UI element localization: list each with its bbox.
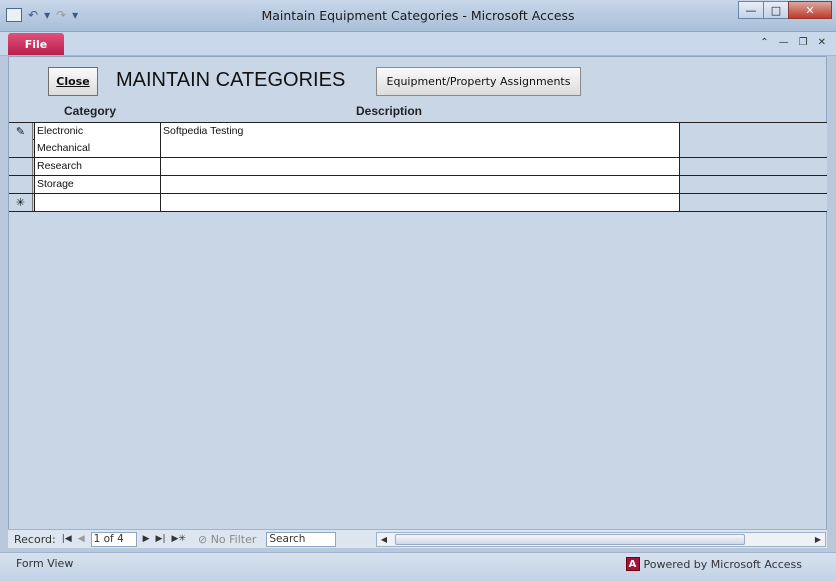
record-selector[interactable]: ✎: [9, 123, 33, 140]
description-cell[interactable]: Softpedia Testing: [161, 123, 680, 140]
scroll-left-icon[interactable]: ◀: [377, 533, 391, 546]
record-navigation-bar: Record: |◀ ◀ 1 of 4 ▶ ▶| ▶✳ ⊘ No Filter …: [8, 529, 827, 548]
category-cell[interactable]: Mechanical: [34, 140, 161, 157]
first-record-icon[interactable]: |◀: [62, 534, 72, 544]
ribbon-bar: File ⌃ — ❐ ✕: [0, 32, 836, 56]
next-record-icon[interactable]: ▶: [143, 534, 150, 544]
view-status: Form View: [16, 557, 74, 570]
description-cell[interactable]: [161, 158, 680, 175]
doc-minimize-icon[interactable]: —: [779, 37, 789, 48]
no-filter-label: No Filter: [210, 532, 257, 546]
categories-grid: ✎ Electronic Softpedia Testing Mechanica…: [9, 122, 827, 212]
new-record-icon[interactable]: ▶✳: [172, 534, 186, 544]
record-label: Record:: [14, 532, 56, 546]
category-cell[interactable]: Electronic: [34, 123, 161, 140]
close-window-button[interactable]: ✕: [788, 1, 832, 19]
description-column-header: Description: [356, 104, 423, 118]
no-filter-button[interactable]: ⊘ No Filter: [198, 533, 256, 546]
search-input[interactable]: Search: [266, 531, 337, 547]
status-bar: Form View A Powered by Microsoft Access: [0, 552, 836, 581]
description-cell[interactable]: [161, 176, 680, 193]
maximize-button[interactable]: □: [763, 1, 789, 19]
description-cell[interactable]: [161, 194, 680, 211]
close-button[interactable]: Close: [48, 67, 98, 96]
category-cell[interactable]: Storage: [34, 176, 161, 193]
table-row: Storage: [9, 176, 827, 194]
category-cell[interactable]: Research: [34, 158, 161, 175]
window-title: Maintain Equipment Categories - Microsof…: [261, 8, 575, 23]
title-bar: ↶ ▾ ↷ ▾ Maintain Equipment Categories - …: [0, 0, 836, 32]
previous-record-icon[interactable]: ◀: [78, 534, 85, 544]
record-selector[interactable]: [9, 158, 33, 175]
file-tab[interactable]: File: [8, 33, 64, 55]
horizontal-scrollbar[interactable]: ◀ ▶: [376, 532, 826, 547]
last-record-icon[interactable]: ▶|: [156, 534, 166, 544]
description-cell[interactable]: [161, 140, 680, 157]
record-selector[interactable]: [9, 176, 33, 193]
access-logo-icon: A: [625, 557, 640, 571]
new-record-selector[interactable]: ✳: [9, 194, 33, 211]
powered-by-text: Powered by Microsoft Access: [643, 557, 802, 571]
form-title: MAINTAIN CATEGORIES: [116, 69, 346, 91]
form-header: Close MAINTAIN CATEGORIES Equipment/Prop…: [9, 57, 826, 121]
doc-close-icon[interactable]: ✕: [818, 37, 826, 48]
minimize-button[interactable]: —: [738, 1, 764, 19]
category-column-header: Category: [64, 104, 117, 118]
new-record-row: ✳: [9, 194, 827, 212]
table-row: ✎ Electronic Softpedia Testing: [9, 122, 827, 140]
table-row: Research: [9, 158, 827, 176]
table-row: Mechanical: [9, 140, 827, 158]
record-selector[interactable]: [9, 140, 33, 157]
record-position-input[interactable]: 1 of 4: [90, 531, 137, 547]
scroll-right-icon[interactable]: ▶: [811, 533, 825, 546]
scrollbar-thumb[interactable]: [395, 534, 745, 545]
ribbon-collapse-icon[interactable]: ⌃: [760, 37, 768, 48]
category-cell[interactable]: [34, 194, 161, 211]
doc-restore-icon[interactable]: ❐: [799, 37, 808, 48]
equipment-assignments-button[interactable]: Equipment/Property Assignments: [376, 67, 581, 96]
maintain-categories-form: Close MAINTAIN CATEGORIES Equipment/Prop…: [8, 56, 827, 548]
